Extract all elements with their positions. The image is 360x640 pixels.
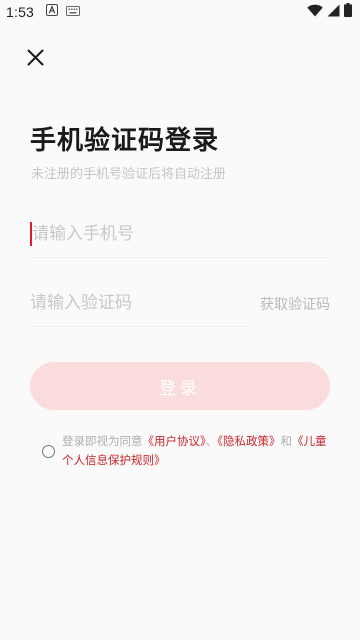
cell-signal-icon bbox=[327, 4, 340, 21]
privacy-policy-link[interactable]: 《隐私政策》 bbox=[217, 434, 280, 448]
keyboard-icon bbox=[66, 4, 81, 20]
agreement-and: 和 bbox=[280, 434, 293, 448]
status-bar: 1:53 bbox=[0, 0, 360, 24]
page-subtitle: 未注册的手机号验证后将自动注册 bbox=[31, 167, 227, 182]
close-icon bbox=[27, 49, 44, 70]
a-badge-icon bbox=[46, 4, 59, 20]
login-button[interactable]: 登录 bbox=[30, 362, 330, 410]
phone-field bbox=[30, 216, 330, 258]
agreement-text: 登录即视为同意《用户协议》、《隐私政策》和《儿童个人信息保护规则》 bbox=[62, 432, 332, 470]
phone-input[interactable] bbox=[30, 216, 330, 252]
battery-icon bbox=[344, 3, 352, 21]
status-time: 1:53 bbox=[6, 4, 35, 20]
close-button[interactable] bbox=[22, 46, 48, 72]
page-title: 手机验证码登录 bbox=[30, 126, 220, 156]
get-code-button[interactable]: 获取验证码 bbox=[260, 294, 330, 314]
agreement-prefix: 登录即视为同意 bbox=[62, 434, 143, 448]
text-cursor bbox=[30, 222, 32, 246]
code-input[interactable] bbox=[30, 285, 248, 321]
status-icons-left bbox=[46, 4, 81, 20]
agreement-separator: 、 bbox=[205, 434, 218, 448]
status-icons-right bbox=[307, 3, 352, 21]
code-field: 获取验证码 bbox=[30, 285, 330, 327]
user-agreement-link[interactable]: 《用户协议》 bbox=[143, 434, 206, 448]
wifi-icon bbox=[307, 4, 323, 21]
agreement-checkbox[interactable] bbox=[42, 445, 55, 458]
code-input-wrap bbox=[30, 285, 248, 327]
